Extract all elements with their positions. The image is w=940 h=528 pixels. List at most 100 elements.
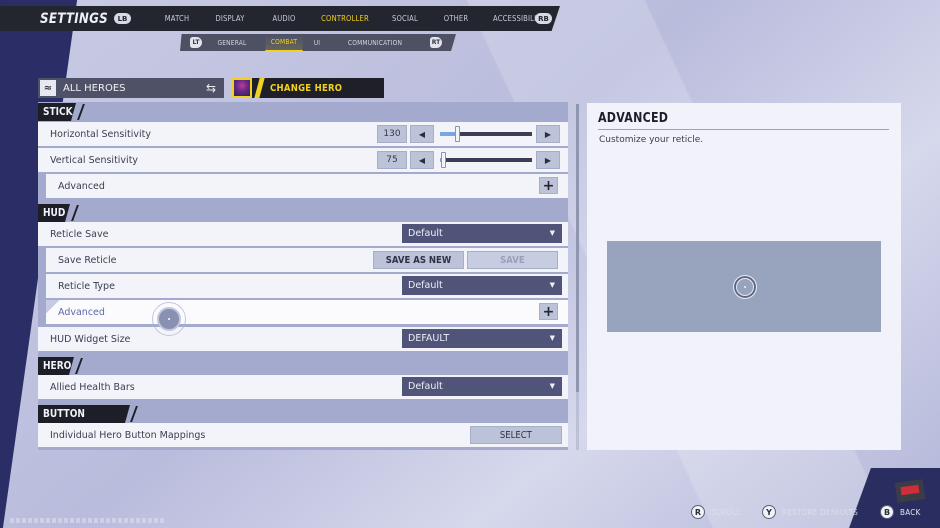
subtab-ui[interactable]: UI xyxy=(308,39,327,47)
sub-nav: LT GENERAL COMBAT UI COMMUNICATION RT xyxy=(180,34,456,51)
chevron-down-icon: ▼ xyxy=(549,229,555,237)
lt-trigger-icon[interactable]: LT xyxy=(190,37,202,48)
info-title: ADVANCED xyxy=(598,111,669,126)
hud-widget-size-dropdown[interactable]: DEFAULT ▼ xyxy=(402,329,562,348)
row-hud-advanced[interactable]: Advanced + xyxy=(46,300,568,324)
row-stick-advanced[interactable]: Advanced + xyxy=(46,174,568,198)
tab-audio[interactable]: AUDIO xyxy=(261,14,307,23)
row-save-reticle: Save Reticle SAVE AS NEW SAVE xyxy=(46,248,568,272)
rb-bumper-icon[interactable]: RB xyxy=(535,13,552,24)
hud-widget-size-label: HUD Widget Size xyxy=(50,333,131,345)
reticle-save-label: Reticle Save xyxy=(50,228,109,240)
vertical-increase-button[interactable]: ▶ xyxy=(536,151,560,169)
horizontal-sensitivity-slider[interactable] xyxy=(440,126,532,142)
restore-defaults-prompt[interactable]: Y RESTORE DEFAULTS xyxy=(762,503,867,521)
hud-advanced-label: Advanced xyxy=(58,306,105,318)
allied-health-bars-label: Allied Health Bars xyxy=(50,381,135,393)
save-button[interactable]: SAVE xyxy=(467,251,558,269)
hero-selector[interactable]: ≈ ALL HEROES ⇆ xyxy=(38,78,224,98)
controller-cursor xyxy=(152,302,186,336)
hero-portrait-icon xyxy=(232,78,252,98)
allied-health-bars-value: Default xyxy=(408,381,443,392)
tab-controller[interactable]: CONTROLLER xyxy=(316,14,374,23)
scroll-prompt[interactable]: R SCROLL xyxy=(691,503,744,521)
slash-decoration xyxy=(254,78,265,98)
horizontal-sensitivity-value[interactable]: 130 xyxy=(377,125,407,143)
subtab-general[interactable]: GENERAL xyxy=(207,39,258,47)
restore-defaults-label: RESTORE DEFAULTS xyxy=(782,507,859,517)
cursor-dot xyxy=(168,318,170,320)
save-as-new-button[interactable]: SAVE AS NEW xyxy=(373,251,464,269)
section-header-hud: HUD xyxy=(38,204,70,222)
rt-trigger-icon[interactable]: RT xyxy=(430,37,442,48)
tab-social[interactable]: SOCIAL xyxy=(383,14,427,23)
reticle-circle-icon xyxy=(733,275,757,299)
stick-advanced-label: Advanced xyxy=(58,180,105,192)
build-info-text xyxy=(10,518,165,523)
hud-advanced-expand-button[interactable]: + xyxy=(539,303,558,320)
back-label: BACK xyxy=(900,507,921,517)
slider-thumb[interactable] xyxy=(454,126,460,142)
reticle-type-label: Reticle Type xyxy=(58,280,115,292)
y-button-icon: Y xyxy=(762,505,776,519)
reticle-type-value: Default xyxy=(408,280,443,291)
section-header-stick: STICK xyxy=(38,103,76,121)
all-heroes-logo-icon: ≈ xyxy=(40,80,56,96)
chevron-down-icon: ▼ xyxy=(549,382,555,390)
section-header-button-mapping: BUTTON MAPPING xyxy=(38,405,130,423)
reticle-save-value: Default xyxy=(408,228,443,239)
change-hero-label: CHANGE HERO xyxy=(270,82,343,94)
info-divider xyxy=(598,129,889,130)
chevron-down-icon: ▼ xyxy=(549,334,555,342)
horizontal-sensitivity-label: Horizontal Sensitivity xyxy=(50,128,151,140)
scrollbar-thumb[interactable] xyxy=(576,104,579,392)
slider-thumb[interactable] xyxy=(440,152,446,168)
row-individual-hero-button-mappings[interactable]: Individual Hero Button Mappings SELECT xyxy=(38,423,568,447)
reticle-type-dropdown[interactable]: Default ▼ xyxy=(402,276,562,295)
tab-match[interactable]: MATCH xyxy=(155,14,199,23)
stick-advanced-expand-button[interactable]: + xyxy=(539,177,558,194)
row-horizontal-sensitivity[interactable]: Horizontal Sensitivity 130 ◀ ▶ xyxy=(38,122,568,146)
section-slash xyxy=(75,358,83,374)
row-allied-health-bars[interactable]: Allied Health Bars Default ▼ xyxy=(38,375,568,399)
settings-panel: STICK Horizontal Sensitivity 130 ◀ ▶ Ver… xyxy=(38,102,568,450)
vertical-sensitivity-value[interactable]: 75 xyxy=(377,151,407,169)
change-hero-button[interactable]: CHANGE HERO xyxy=(232,78,384,98)
tab-other[interactable]: OTHER xyxy=(435,14,478,23)
reticle-center-dot xyxy=(744,286,746,288)
section-slash xyxy=(77,104,85,120)
row-reticle-type[interactable]: Reticle Type Default ▼ xyxy=(46,274,568,298)
vertical-sensitivity-label: Vertical Sensitivity xyxy=(50,154,139,166)
back-prompt[interactable]: B BACK xyxy=(880,503,923,521)
row-reticle-save[interactable]: Reticle Save Default ▼ xyxy=(38,222,568,246)
focus-corner-decoration xyxy=(46,300,60,324)
subtab-combat[interactable]: COMBAT xyxy=(265,34,303,51)
top-nav: SETTINGS LB MATCH DISPLAY AUDIO CONTROLL… xyxy=(0,6,560,31)
section-header-hero: HERO xyxy=(38,357,74,375)
subtab-communication[interactable]: COMMUNICATION xyxy=(335,39,415,47)
b-button-icon: B xyxy=(880,505,894,519)
vertical-decrease-button[interactable]: ◀ xyxy=(410,151,434,169)
tab-display[interactable]: DISPLAY xyxy=(207,14,253,23)
horizontal-decrease-button[interactable]: ◀ xyxy=(410,125,434,143)
row-hud-widget-size[interactable]: HUD Widget Size DEFAULT ▼ xyxy=(38,327,568,351)
select-button[interactable]: SELECT xyxy=(470,426,562,444)
page-title: SETTINGS xyxy=(40,10,108,27)
cursor-inner xyxy=(157,307,181,331)
horizontal-increase-button[interactable]: ▶ xyxy=(536,125,560,143)
vertical-sensitivity-slider[interactable] xyxy=(440,152,532,168)
swap-arrows-icon: ⇆ xyxy=(205,81,216,95)
info-panel: ADVANCED Customize your reticle. xyxy=(587,103,901,450)
reticle-save-dropdown[interactable]: Default ▼ xyxy=(402,224,562,243)
scroll-label: SCROLL xyxy=(711,507,741,517)
chevron-down-icon: ▼ xyxy=(549,281,555,289)
individual-hero-button-mappings-label: Individual Hero Button Mappings xyxy=(50,429,206,441)
hud-widget-size-value: DEFAULT xyxy=(408,333,450,344)
allied-health-bars-dropdown[interactable]: Default ▼ xyxy=(402,377,562,396)
section-slash xyxy=(130,406,138,422)
lb-bumper-icon[interactable]: LB xyxy=(113,13,131,24)
hero-selector-label: ALL HEROES xyxy=(63,82,126,94)
row-vertical-sensitivity[interactable]: Vertical Sensitivity 75 ◀ ▶ xyxy=(38,148,568,172)
section-slash xyxy=(71,205,79,221)
save-reticle-label: Save Reticle xyxy=(58,254,117,266)
